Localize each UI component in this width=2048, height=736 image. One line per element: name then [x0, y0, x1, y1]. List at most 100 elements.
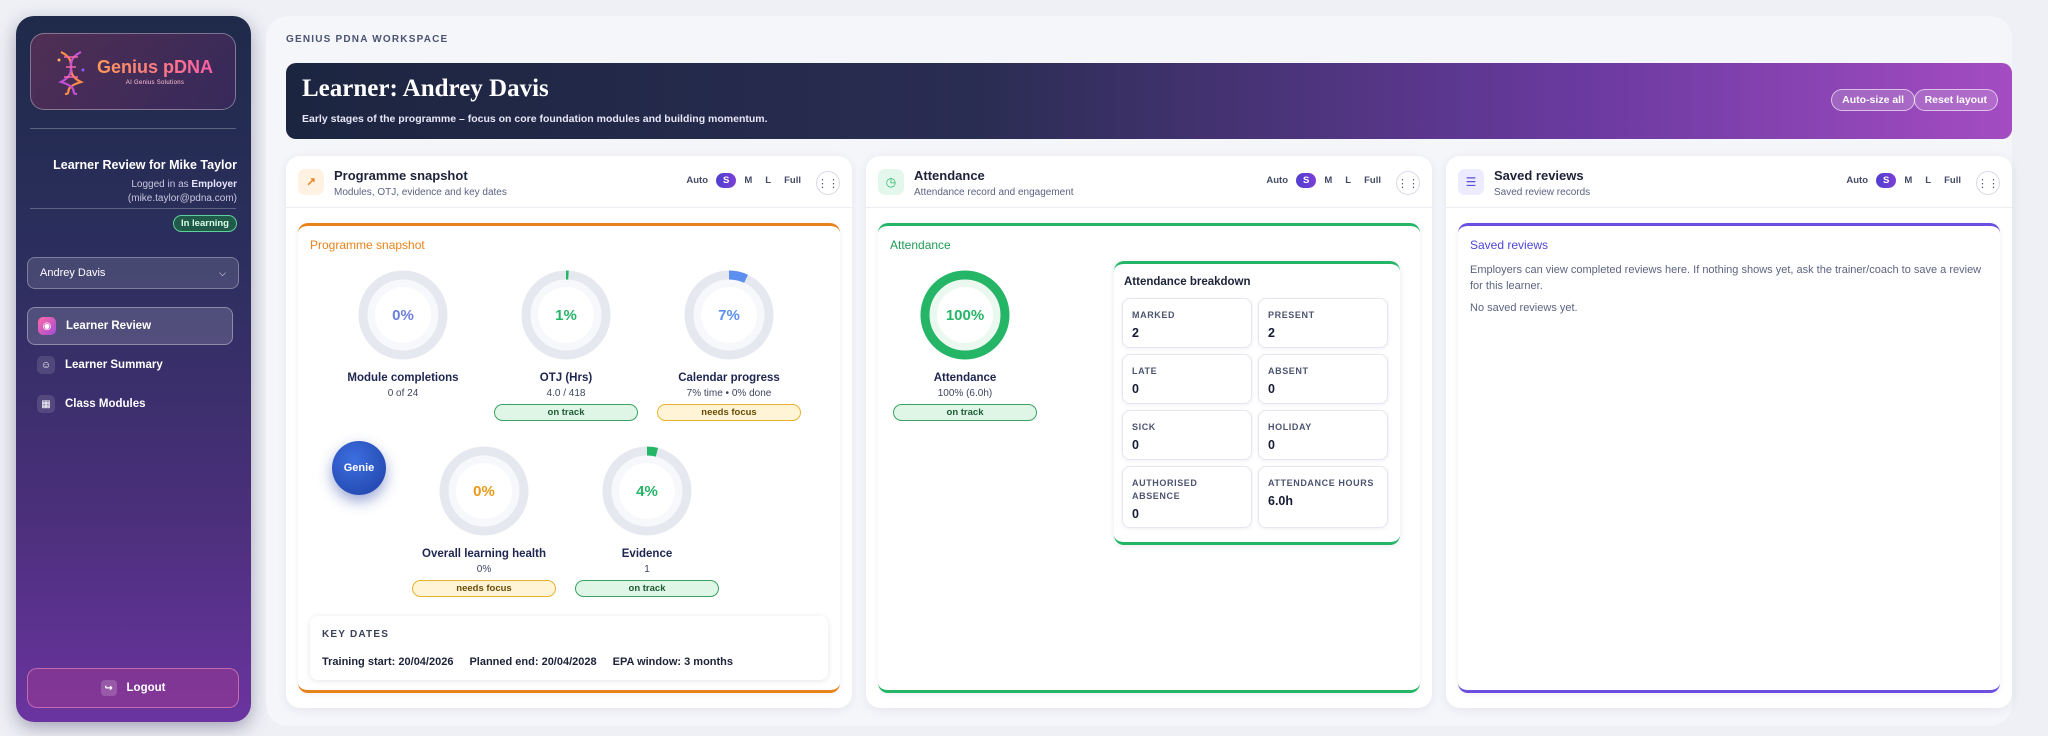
planned-end: Planned end: 20/04/2028	[469, 656, 597, 668]
stat-key: LATE	[1132, 366, 1158, 376]
programme-card: ↗ Programme snapshot Modules, OTJ, evide…	[286, 156, 852, 708]
ring-attendance: 100% Attendance 100% (6.0h) on track	[890, 266, 1040, 421]
nav-label: Learner Review	[66, 320, 152, 332]
key-dates-title: KEY DATES	[322, 629, 390, 640]
card-header: ☰ Saved reviews Saved review records Aut…	[1446, 156, 2012, 208]
size-l[interactable]: L	[1920, 173, 1936, 188]
progress-ring: 0%	[435, 442, 533, 540]
divider	[30, 128, 236, 129]
ring-sub: 7% time • 0% done	[686, 388, 772, 399]
card-header: ↗ Programme snapshot Modules, OTJ, evide…	[286, 156, 852, 208]
stat-key: PRESENT	[1268, 310, 1315, 320]
ring-overall-health: 0% Overall learning health 0% needs focu…	[409, 442, 559, 597]
stat-late: LATE 0	[1122, 354, 1252, 404]
stat-key: ATTENDANCE HOURS	[1268, 478, 1374, 488]
workspace-label: GENIUS PDNA WORKSPACE	[286, 34, 449, 45]
list-icon: ☰	[1458, 169, 1484, 195]
ring-label: Calendar progress	[678, 372, 780, 384]
size-full[interactable]: Full	[779, 173, 806, 188]
size-control: Auto S M L Full	[681, 173, 806, 188]
learner-select-value: Andrey Davis	[40, 267, 106, 279]
stat-value: 0	[1132, 507, 1139, 521]
progress-ring: 100%	[916, 266, 1014, 364]
stat-holiday: HOLIDAY 0	[1258, 410, 1388, 460]
nav-learner-review[interactable]: ◉ Learner Review	[27, 307, 233, 345]
hero-banner: Learner: Andrey Davis Early stages of th…	[286, 63, 2012, 139]
logout-icon: ↪	[100, 680, 117, 696]
size-s[interactable]: S	[1876, 173, 1897, 188]
progress-ring: 4%	[598, 442, 696, 540]
key-dates: KEY DATES Training start: 20/04/2026 Pla…	[310, 616, 828, 680]
drag-handle-icon[interactable]: ⋮⋮	[816, 171, 840, 195]
status-badge: In learning	[172, 215, 237, 232]
training-start: Training start: 20/04/2026	[322, 656, 454, 668]
card-title: Saved reviews	[1494, 168, 1584, 183]
clock-icon: ◷	[878, 169, 904, 195]
size-full[interactable]: Full	[1359, 173, 1386, 188]
stat-value: 0	[1132, 382, 1139, 396]
size-m[interactable]: M	[739, 173, 757, 188]
ring-sub: 0 of 24	[387, 388, 419, 399]
card-title: Programme snapshot	[334, 168, 468, 183]
drag-handle-icon[interactable]: ⋮⋮	[1976, 171, 2000, 195]
size-m[interactable]: M	[1899, 173, 1917, 188]
ring-sub: 1	[644, 564, 650, 575]
stat-value: 2	[1268, 326, 1275, 340]
drag-handle-icon[interactable]: ⋮⋮	[1396, 171, 1420, 195]
page-title: Learner: Andrey Davis	[302, 75, 549, 102]
card-subtitle: Saved review records	[1494, 187, 1591, 198]
page-subtitle: Early stages of the programme – focus on…	[302, 113, 768, 125]
attendance-panel: Attendance 100% Attendance 100% (6.0h) o…	[878, 223, 1420, 693]
logged-in-info: Logged in as Employer (mike.taylor@pdna.…	[128, 178, 237, 206]
chevron-down-icon: ⌵	[219, 267, 226, 278]
ring-value: 4%	[636, 482, 658, 500]
ring-value: 1%	[555, 306, 577, 324]
logout-label: Logout	[126, 682, 166, 694]
ring-module-completions: 0% Module completions 0 of 24	[328, 266, 478, 399]
divider	[30, 208, 236, 209]
nav-class-modules[interactable]: ▦ Class Modules	[27, 385, 233, 423]
nav-learner-summary[interactable]: ☺ Learner Summary	[27, 346, 233, 384]
card-header: ◷ Attendance Attendance record and engag…	[866, 156, 1432, 208]
ring-label: Evidence	[621, 548, 673, 560]
card-subtitle: Modules, OTJ, evidence and key dates	[334, 187, 507, 198]
size-auto[interactable]: Auto	[681, 173, 713, 188]
auto-size-all-button[interactable]: Auto-size all	[1831, 89, 1915, 111]
breakdown-title: Attendance breakdown	[1124, 276, 1251, 288]
workspace: GENIUS PDNA WORKSPACE Learner: Andrey Da…	[266, 16, 2012, 726]
ring-otj-hours: 1% OTJ (Hrs) 4.0 / 418 on track	[491, 266, 641, 421]
ring-label: Module completions	[347, 372, 459, 384]
progress-ring: 1%	[517, 266, 615, 364]
status-pill: needs focus	[657, 404, 801, 421]
size-l[interactable]: L	[1340, 173, 1356, 188]
panel-title: Saved reviews	[1470, 238, 1549, 252]
size-s[interactable]: S	[1296, 173, 1317, 188]
stat-present: PRESENT 2	[1258, 298, 1388, 348]
stat-value: 0	[1268, 438, 1275, 452]
stat-key: HOLIDAY	[1268, 422, 1312, 432]
genie-button[interactable]: Genie	[332, 441, 386, 495]
size-m[interactable]: M	[1319, 173, 1337, 188]
size-l[interactable]: L	[760, 173, 776, 188]
ring-label: OTJ (Hrs)	[539, 372, 593, 384]
review-icon: ◉	[38, 317, 56, 335]
stat-key: AUTHORISED ABSENCE	[1132, 478, 1198, 501]
logout-button[interactable]: ↪ Logout	[27, 668, 239, 708]
size-s[interactable]: S	[716, 173, 737, 188]
stat-key: ABSENT	[1268, 366, 1309, 376]
size-auto[interactable]: Auto	[1841, 173, 1873, 188]
logged-in-email: (mike.taylor@pdna.com)	[127, 193, 237, 204]
logo-tagline: AI Genius Solutions	[125, 80, 185, 86]
reset-layout-button[interactable]: Reset layout	[1913, 89, 1998, 111]
person-icon: ☺	[37, 356, 55, 374]
ring-value: 100%	[945, 306, 985, 324]
size-control: Auto S M L Full	[1841, 173, 1966, 188]
logo-name: Genius pDNA	[96, 57, 213, 77]
nav-label: Learner Summary	[65, 359, 163, 371]
size-full[interactable]: Full	[1939, 173, 1966, 188]
logo: Genius pDNA AI Genius Solutions	[30, 33, 236, 110]
progress-ring: 0%	[354, 266, 452, 364]
size-auto[interactable]: Auto	[1261, 173, 1293, 188]
nav-label: Class Modules	[65, 398, 146, 410]
learner-select[interactable]: Andrey Davis ⌵	[27, 257, 239, 289]
